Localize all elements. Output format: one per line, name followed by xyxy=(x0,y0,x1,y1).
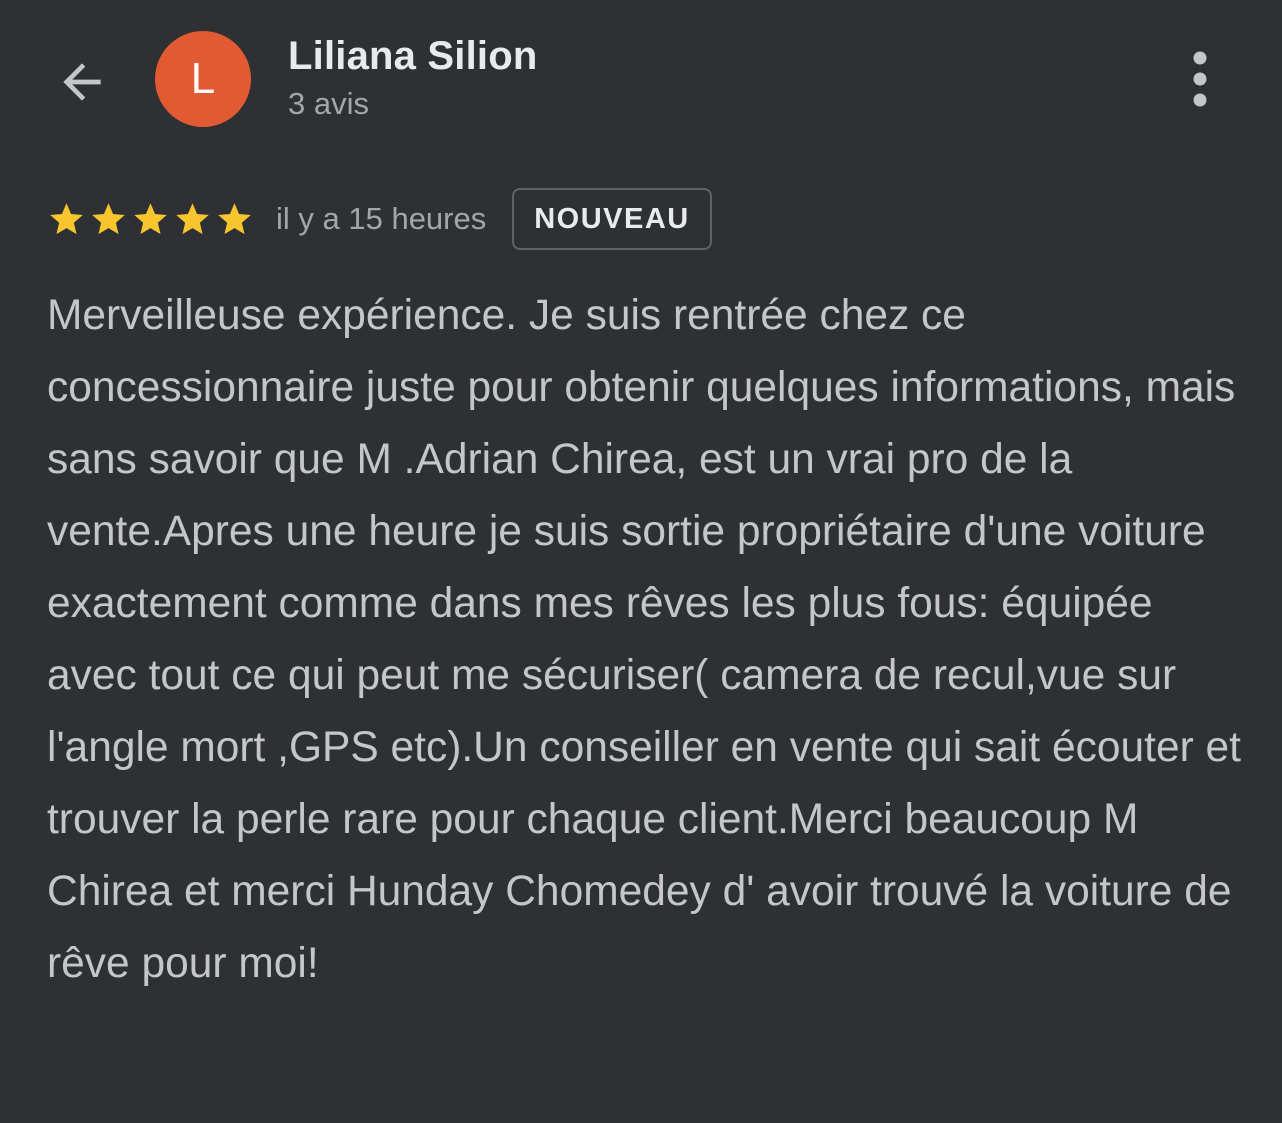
author-name[interactable]: Liliana Silion xyxy=(288,34,538,79)
star-icon xyxy=(50,202,83,234)
avatar-letter: L xyxy=(190,54,216,103)
star-icon xyxy=(218,202,251,234)
review-meta: il y a 15 heures NOUVEAU xyxy=(47,186,712,252)
star-icon xyxy=(92,202,125,234)
star-icon xyxy=(134,202,167,234)
review-text: Merveilleuse expérience. Je suis rentrée… xyxy=(47,292,1241,987)
star-icon xyxy=(176,202,209,234)
arrow-back-icon xyxy=(63,63,101,101)
author-review-count: 3 avis xyxy=(288,86,369,121)
review-time: il y a 15 heures xyxy=(276,201,487,236)
new-badge: NOUVEAU xyxy=(512,188,712,250)
review-header: L Liliana Silion 3 avis xyxy=(0,0,1282,160)
back-button[interactable] xyxy=(50,50,114,114)
more-options-button[interactable] xyxy=(1172,48,1228,110)
more-vert-icon xyxy=(1193,51,1207,107)
avatar[interactable]: L xyxy=(155,31,251,127)
star-rating xyxy=(47,200,254,239)
